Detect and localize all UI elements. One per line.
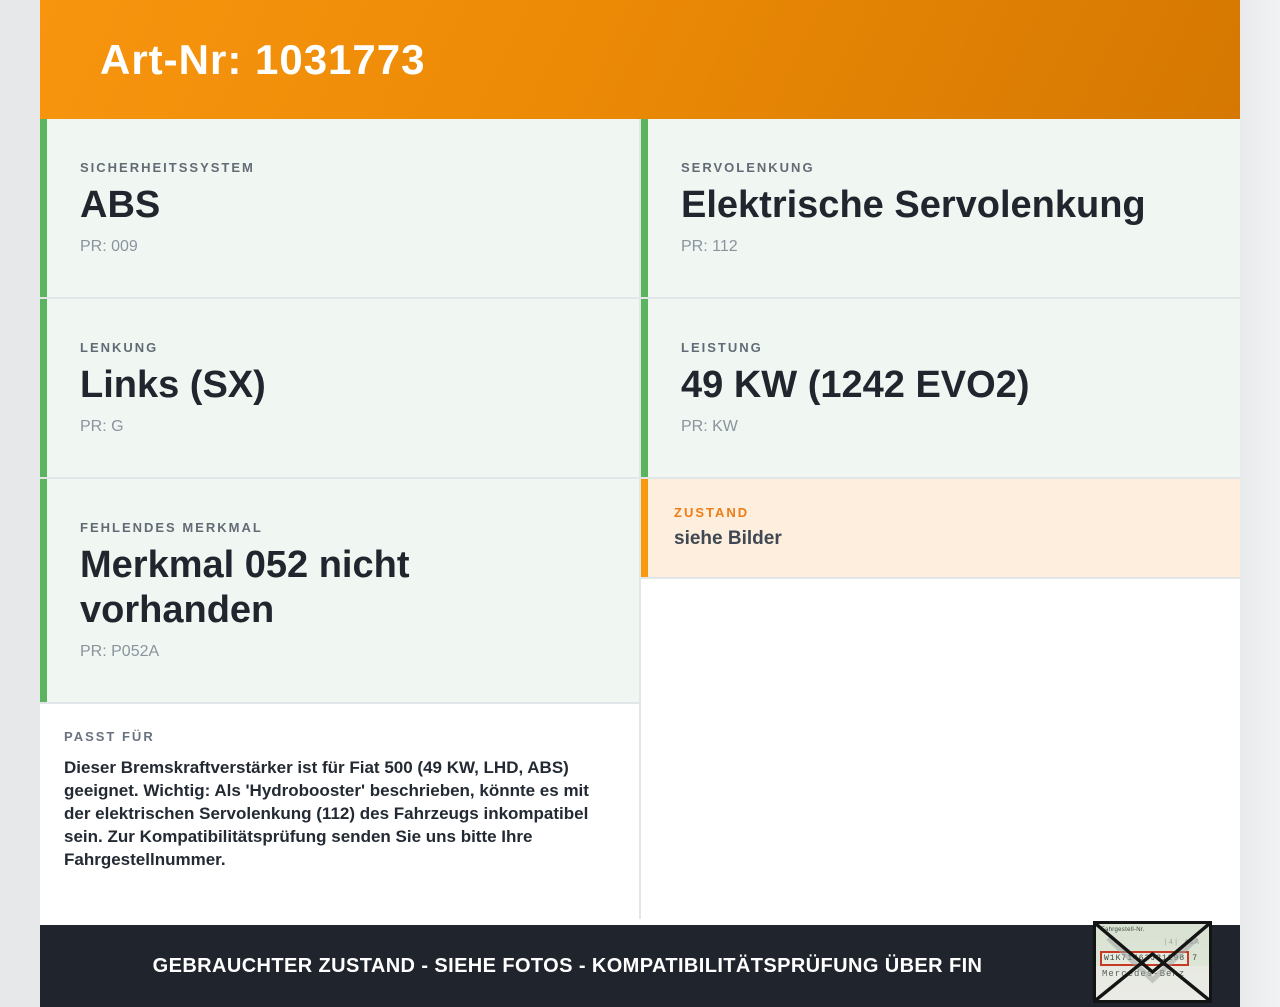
card-label: SICHERHEITSSYSTEM [80,159,255,175]
card-label: FEHLENDES MERKMAL [80,519,263,535]
card-servolenkung: SERVOLENKUNG Elektrische Servolenkung PR… [641,119,1240,297]
product-card: Art-Nr: 1031773 SICHERHEITSSYSTEM ABS PR… [40,0,1240,1007]
card-zustand: ZUSTAND siehe Bilder [641,479,1240,577]
card-pr-code: PR: 009 [80,237,138,255]
card-pr-code: PR: 112 [681,237,738,255]
card-leistung: LEISTUNG 49 KW (1242 EVO2) PR: KW [641,299,1240,477]
card-label: SERVOLENKUNG [681,159,815,175]
empty-panel [641,579,1240,919]
card-label: LEISTUNG [681,339,763,355]
attribute-grid: SICHERHEITSSYSTEM ABS PR: 009 LENKUNG Li… [40,119,1240,919]
card-pr-code: PR: G [80,417,124,435]
card-label: ZUSTAND [674,505,750,520]
header-bar: Art-Nr: 1031773 [40,0,1240,119]
grid-column-right: SERVOLENKUNG Elektrische Servolenkung PR… [641,119,1240,919]
card-value: siehe Bilder [674,528,782,549]
page: { "header": { "title": "Art-Nr: 1031773"… [0,0,1280,1007]
article-number-title: Art-Nr: 1031773 [100,35,426,83]
card-value: ABS [80,183,161,226]
passt-fuer-label: PASST FÜR [64,729,155,744]
passt-fuer-section: PASST FÜR Dieser Bremskraftverstärker is… [40,704,639,919]
card-value: Elektrische Servolenkung [681,183,1146,226]
envelope-icon [1096,924,1209,1000]
footer-bar: GEBRAUCHTER ZUSTAND - SIEHE FOTOS - KOMP… [40,921,1240,1007]
card-label: LENKUNG [80,339,159,355]
card-value: 49 KW (1242 EVO2) [681,363,1030,406]
card-value: Merkmal 052 nicht vorhanden [80,543,410,631]
card-lenkung: LENKUNG Links (SX) PR: G [40,299,639,477]
vin-document-image: Fahrgestell-Nr. |4| AiA W1K71463J31298 7… [1093,921,1212,1003]
card-pr-code: PR: KW [681,417,738,435]
passt-fuer-description: Dieser Bremskraftverstärker ist für Fiat… [64,758,589,869]
grid-column-left: SICHERHEITSSYSTEM ABS PR: 009 LENKUNG Li… [40,119,639,919]
condition-banner: GEBRAUCHTER ZUSTAND - SIEHE FOTOS - KOMP… [152,954,983,977]
card-fehlendes-merkmal: FEHLENDES MERKMAL Merkmal 052 nicht vorh… [40,479,639,702]
card-sicherheitssystem: SICHERHEITSSYSTEM ABS PR: 009 [40,119,639,297]
card-pr-code: PR: P052A [80,642,160,660]
card-value: Links (SX) [80,363,266,406]
